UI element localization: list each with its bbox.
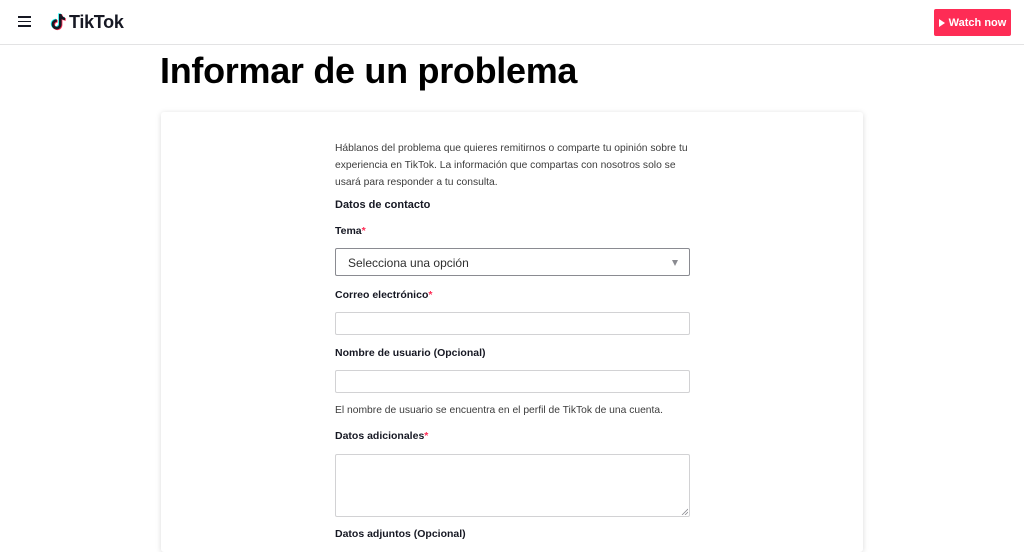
additional-info-label: Datos adicionales*: [335, 430, 428, 442]
username-field[interactable]: [335, 370, 690, 393]
topic-select-value: Selecciona una opción: [348, 256, 469, 270]
additional-info-textarea[interactable]: [335, 454, 690, 517]
email-label: Correo electrónico*: [335, 289, 432, 301]
topic-select[interactable]: Selecciona una opción: [335, 248, 690, 276]
username-label: Nombre de usuario (Opcional): [335, 347, 486, 359]
attachments-label: Datos adjuntos (Opcional): [335, 528, 466, 540]
topic-label-text: Tema: [335, 225, 362, 237]
topic-label: Tema*: [335, 225, 366, 237]
resize-grip-icon[interactable]: [681, 508, 688, 515]
email-field[interactable]: [335, 312, 690, 335]
caret-down-icon: [672, 260, 678, 266]
hamburger-menu-icon[interactable]: [18, 16, 31, 27]
contact-section-title: Datos de contacto: [335, 199, 431, 211]
required-mark: *: [424, 430, 429, 442]
required-mark: *: [361, 225, 366, 237]
tiktok-note-icon: [50, 13, 66, 31]
tiktok-logo[interactable]: TikTok: [50, 11, 124, 33]
watch-now-button[interactable]: Watch now: [934, 9, 1011, 36]
top-navigation-bar: TikTok Watch now: [0, 0, 1024, 45]
required-mark: *: [428, 289, 433, 301]
email-label-text: Correo electrónico: [335, 289, 429, 301]
page-title: Informar de un problema: [160, 50, 578, 91]
play-icon: [938, 18, 945, 27]
report-form-card: Háblanos del problema que quieres remiti…: [161, 112, 863, 552]
watch-now-label: Watch now: [948, 16, 1007, 29]
additional-info-label-text: Datos adicionales: [335, 430, 425, 442]
logo-wordmark: TikTok: [69, 11, 124, 32]
username-helper-text: El nombre de usuario se encuentra en el …: [335, 405, 663, 416]
form-intro-text: Háblanos del problema que quieres remiti…: [335, 143, 688, 188]
